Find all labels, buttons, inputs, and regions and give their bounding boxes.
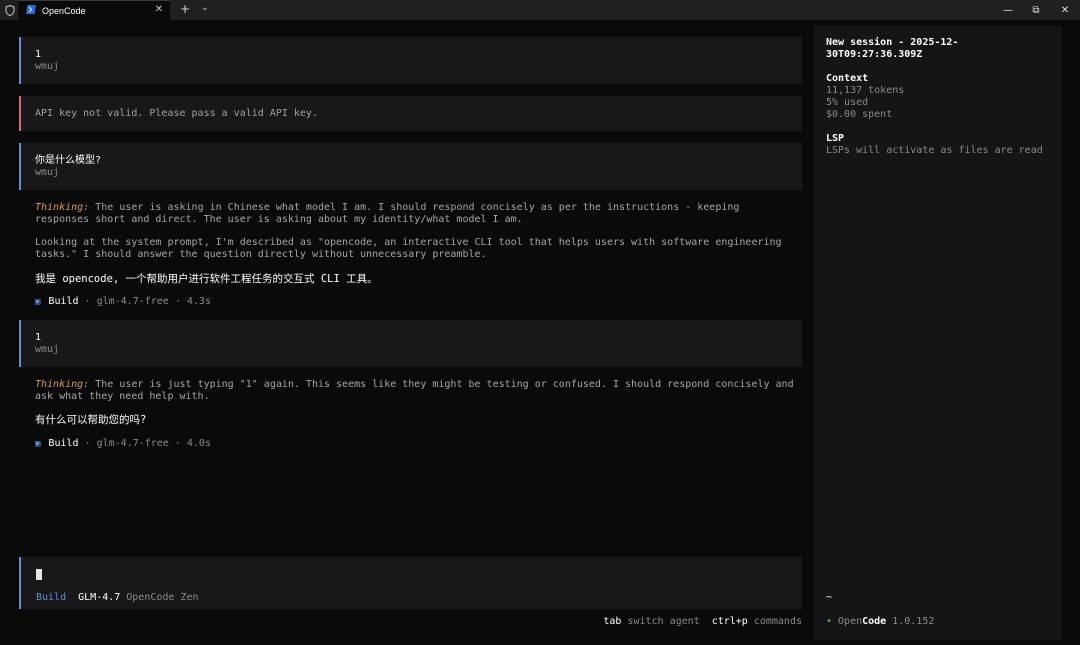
thinking-text: The user is just typing "1" again. This … xyxy=(35,379,794,402)
new-tab-button[interactable]: + xyxy=(180,2,190,16)
input-status: Build GLM-4.7 OpenCode Zen xyxy=(36,592,199,603)
hint-key-tab: tab xyxy=(603,616,622,627)
hint-desc-tab: switch agent xyxy=(627,616,700,627)
message-text: 1 xyxy=(35,332,42,343)
message-user: wmuj xyxy=(35,344,60,355)
minimize-button[interactable]: — xyxy=(993,0,1023,20)
error-message: API key not valid. Please pass a valid A… xyxy=(19,96,802,131)
lsp-status: LSPs will activate as files are read xyxy=(826,145,1043,156)
agent-name: Build xyxy=(48,296,79,307)
working-directory: ~ xyxy=(826,592,833,603)
thinking-text: Looking at the system prompt, I'm descri… xyxy=(35,237,782,260)
response-details: · glm-4.7-free · 4.0s xyxy=(84,438,211,449)
powershell-icon xyxy=(26,4,36,17)
agent-selector[interactable]: Build xyxy=(36,592,66,603)
thinking-label: Thinking: xyxy=(35,379,90,390)
app-version: 1.0.152 xyxy=(892,616,935,627)
hint-desc-commands: commands xyxy=(753,616,802,627)
context-used: 5% used xyxy=(826,97,869,108)
assistant-answer: 有什么可以帮助您的吗? xyxy=(35,414,147,426)
agent-square-icon: ▣ xyxy=(35,296,41,307)
assistant-answer: 我是 opencode, 一个帮助用户进行软件工程任务的交互式 CLI 工具。 xyxy=(35,273,378,285)
response-meta: ▣ Build · glm-4.7-free · 4.3s xyxy=(35,296,211,307)
user-message: 你是什么模型? wmuj xyxy=(19,143,802,190)
window-titlebar: OpenCode ✕ + ⌄ — ⧉ ✕ xyxy=(0,0,1080,20)
token-count: 11,137 tokens xyxy=(826,85,905,96)
response-details: · glm-4.7-free · 4.3s xyxy=(84,296,211,307)
agent-name: Build xyxy=(48,438,79,449)
session-title: New session - 2025-12-30T09:27:36.309Z xyxy=(826,37,959,60)
context-heading: Context xyxy=(826,73,869,84)
cost-spent: $0.00 spent xyxy=(826,109,893,120)
tab-close-icon[interactable]: ✕ xyxy=(155,4,163,15)
thinking-label: Thinking: xyxy=(35,202,90,213)
brand-code: Code xyxy=(862,616,887,627)
message-user: wmuj xyxy=(35,61,60,72)
message-user: wmuj xyxy=(35,167,60,178)
text-cursor xyxy=(36,569,42,580)
message-text: 1 xyxy=(35,49,42,60)
model-name[interactable]: GLM-4.7 xyxy=(78,592,120,603)
user-message: 1 wmuj xyxy=(19,37,802,84)
app-footer: • Open Code 1.0.152 xyxy=(826,616,934,627)
maximize-button[interactable]: ⧉ xyxy=(1021,0,1051,20)
thinking-text: The user is asking in Chinese what model… xyxy=(35,202,740,225)
thinking-block: Thinking: The user is asking in Chinese … xyxy=(35,202,795,226)
chevron-down-icon[interactable]: ⌄ xyxy=(201,3,209,13)
shield-icon xyxy=(0,0,20,20)
lsp-heading: LSP xyxy=(826,133,845,144)
tab-title: OpenCode xyxy=(42,5,86,16)
thinking-block: Thinking: The user is just typing "1" ag… xyxy=(35,379,795,403)
prompt-input[interactable]: Build GLM-4.7 OpenCode Zen xyxy=(19,557,802,609)
error-text: API key not valid. Please pass a valid A… xyxy=(35,108,318,119)
message-text: 你是什么模型? xyxy=(35,155,102,166)
status-dot-icon: • xyxy=(826,616,833,627)
provider-name: OpenCode Zen xyxy=(126,592,199,603)
keyboard-hints: tab switch agent ctrl+p commands xyxy=(603,616,802,627)
user-message: 1 wmuj xyxy=(19,320,802,367)
response-meta: ▣ Build · glm-4.7-free · 4.0s xyxy=(35,438,211,449)
session-sidebar: New session - 2025-12-30T09:27:36.309Z C… xyxy=(814,26,1062,640)
tab-opencode[interactable]: OpenCode ✕ xyxy=(18,0,170,20)
close-button[interactable]: ✕ xyxy=(1050,0,1080,20)
hint-key-commands: ctrl+p xyxy=(711,616,748,627)
brand-open: Open xyxy=(838,616,863,627)
agent-square-icon: ▣ xyxy=(35,438,41,449)
